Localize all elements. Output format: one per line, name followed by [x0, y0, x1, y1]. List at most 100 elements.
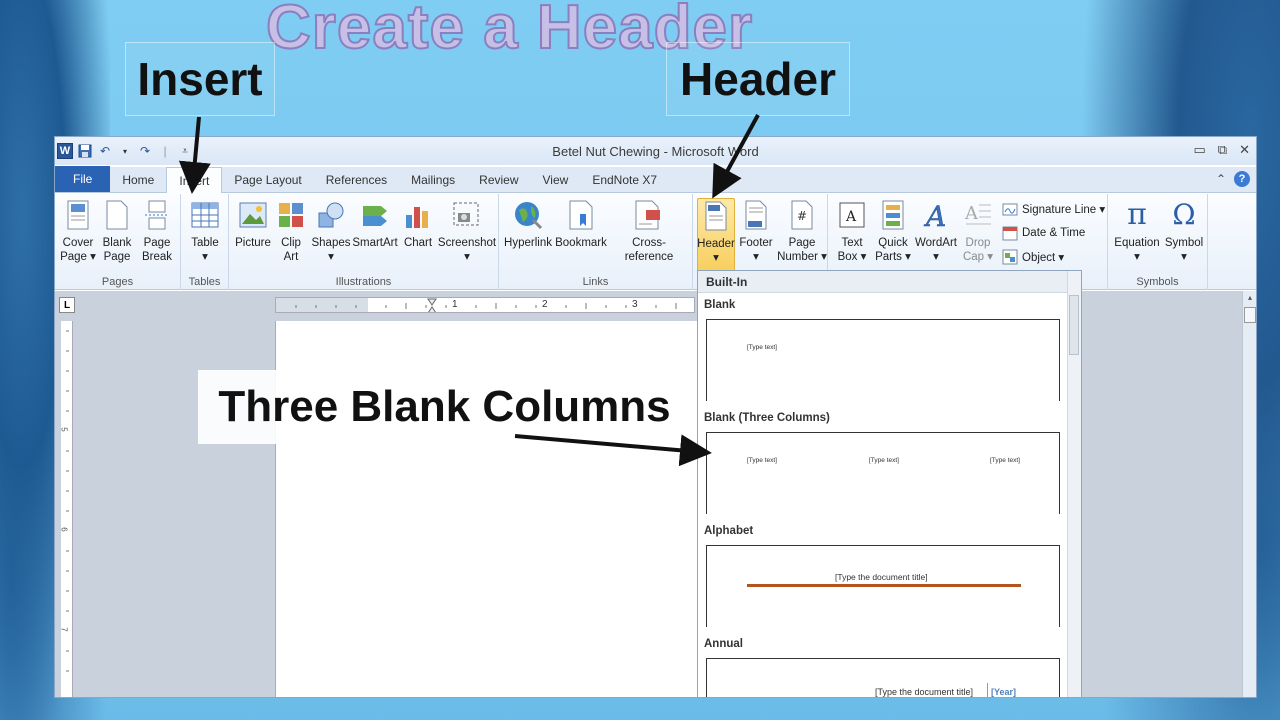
vruler-mark: 7	[59, 627, 69, 632]
tab-selector[interactable]: L	[59, 297, 75, 313]
save-icon[interactable]	[77, 143, 93, 159]
hruler-mark: 3	[632, 299, 638, 310]
page-number-button[interactable]: # Page Number ▾	[777, 198, 827, 264]
cover-page-button[interactable]: Cover Page ▾	[59, 198, 97, 264]
quick-parts-icon	[878, 198, 908, 232]
scroll-up-icon[interactable]: ▴	[1244, 293, 1256, 305]
tab-endnote[interactable]: EndNote X7	[580, 168, 669, 192]
pi-icon: π	[1127, 197, 1147, 232]
callout-three-blank-columns: Three Blank Columns	[198, 370, 691, 444]
footer-button[interactable]: Footer ▾	[737, 198, 775, 264]
picture-button[interactable]: Picture	[233, 198, 273, 250]
group-label-illustrations: Illustrations	[335, 276, 392, 288]
header-option-alphabet[interactable]: [Type the document title]	[706, 545, 1060, 627]
minimize-ribbon-icon[interactable]: ⌃	[1216, 172, 1226, 186]
page-break-icon	[142, 198, 172, 232]
bookmark-icon	[566, 198, 596, 232]
placeholder-text: [Type text]	[747, 344, 777, 351]
header-option-annual[interactable]: [Type the document title] [Year]	[706, 658, 1060, 697]
page-number-icon: #	[787, 198, 817, 232]
symbol-button[interactable]: Ω Symbol ▾	[1164, 198, 1204, 264]
ribbon-help-area: ⌃ ?	[1216, 171, 1250, 187]
split-view-icon[interactable]	[1244, 307, 1256, 323]
undo-icon[interactable]: ↶	[97, 143, 113, 159]
tab-file[interactable]: File	[55, 166, 111, 192]
smartart-button[interactable]: SmartArt	[352, 198, 398, 250]
blank-page-icon	[102, 198, 132, 232]
help-icon[interactable]: ?	[1234, 171, 1250, 187]
group-links: Hyperlink Bookmark Cross-reference Links	[499, 194, 693, 290]
table-button[interactable]: Table ▾	[187, 198, 223, 264]
svg-text:A: A	[964, 203, 979, 224]
vruler-mark: 6	[59, 527, 69, 532]
chart-icon	[403, 198, 433, 232]
minimize-icon[interactable]: ▭	[1194, 142, 1206, 158]
clip-art-button[interactable]: Clip Art	[277, 198, 305, 264]
placeholder-year: [Year]	[991, 687, 1017, 697]
object-button[interactable]: Object ▾	[1002, 249, 1064, 265]
header-button[interactable]: Header ▾	[697, 198, 735, 272]
calendar-icon	[1002, 225, 1018, 241]
undo-dropdown-icon[interactable]: ▾	[117, 143, 133, 159]
tab-page-layout[interactable]: Page Layout	[222, 168, 313, 192]
screenshot-button[interactable]: Screenshot ▾	[437, 198, 497, 264]
group-illustrations: Picture Clip Art Shapes ▾ SmartArt Chart	[229, 194, 499, 290]
gallery-item-title: Annual	[704, 638, 743, 650]
customize-qat-icon[interactable]: ⩡	[177, 143, 193, 159]
table-icon	[190, 198, 220, 232]
tab-references[interactable]: References	[314, 168, 399, 192]
alphabet-rule	[747, 584, 1021, 587]
object-icon	[1002, 249, 1018, 265]
redo-icon[interactable]: ↷	[137, 143, 153, 159]
separator-icon: |	[163, 144, 167, 158]
header-option-blank-three-columns[interactable]: [Type text] [Type text] [Type text]	[706, 432, 1060, 514]
restore-icon[interactable]: ⧉	[1218, 142, 1227, 158]
placeholder-text: [Type the document title]	[875, 687, 974, 697]
bookmark-button[interactable]: Bookmark	[555, 198, 607, 250]
placeholder-text: [Type text]	[747, 457, 777, 464]
gallery-scroll-thumb[interactable]	[1069, 295, 1079, 355]
placeholder-text: [Type the document title]	[835, 572, 928, 582]
signature-line-button[interactable]: Signature Line ▾	[1002, 201, 1105, 217]
tab-home[interactable]: Home	[110, 168, 166, 192]
page-break-button[interactable]: Page Break	[139, 198, 175, 264]
tab-review[interactable]: Review	[467, 168, 530, 192]
vertical-ruler: 5 6 7	[59, 321, 73, 697]
blank-page-button[interactable]: Blank Page	[99, 198, 135, 264]
drop-cap-button[interactable]: A Drop Cap ▾	[960, 198, 996, 264]
horizontal-ruler: 1 2 3	[275, 297, 695, 313]
close-icon[interactable]: ✕	[1239, 142, 1250, 158]
gallery-scrollbar[interactable]	[1067, 271, 1081, 697]
vertical-scrollbar[interactable]: ▴	[1242, 291, 1256, 697]
gallery-item-title: Blank	[704, 299, 736, 311]
group-symbols: π Equation ▾ Ω Symbol ▾ Symbols	[1108, 194, 1208, 290]
shapes-button[interactable]: Shapes ▾	[311, 198, 351, 264]
cross-reference-icon	[634, 198, 664, 232]
text-box-icon: A	[837, 198, 867, 232]
tab-insert[interactable]: Insert	[166, 167, 223, 193]
hruler-mark: 1	[452, 299, 458, 310]
header-gallery: Built-In Blank [Type text] Blank (Three …	[697, 270, 1082, 697]
callout-insert: Insert	[125, 42, 275, 116]
equation-button[interactable]: π Equation ▾	[1112, 198, 1162, 264]
quick-parts-button[interactable]: Quick Parts ▾	[874, 198, 912, 264]
group-label-symbols: Symbols	[1136, 276, 1179, 288]
date-time-button[interactable]: Date & Time	[1002, 225, 1085, 241]
shapes-icon	[316, 198, 346, 232]
globe-icon	[513, 198, 543, 232]
chart-button[interactable]: Chart	[401, 198, 435, 250]
word-app-icon[interactable]: W	[57, 143, 73, 159]
header-option-blank[interactable]: [Type text]	[706, 319, 1060, 401]
hyperlink-button[interactable]: Hyperlink	[503, 198, 553, 250]
tab-mailings[interactable]: Mailings	[399, 168, 467, 192]
hruler-mark: 2	[542, 299, 548, 310]
placeholder-text: [Type text]	[990, 457, 1020, 464]
cross-reference-button[interactable]: Cross-reference	[609, 198, 689, 264]
window-controls: ▭ ⧉ ✕	[1194, 142, 1251, 158]
group-pages: Cover Page ▾ Blank Page Page Break Pages	[55, 194, 181, 290]
text-box-button[interactable]: A Text Box ▾	[834, 198, 870, 264]
clip-art-icon	[276, 198, 306, 232]
group-label-pages: Pages	[101, 276, 134, 288]
tab-view[interactable]: View	[531, 168, 581, 192]
wordart-button[interactable]: A WordArt ▾	[914, 198, 958, 264]
